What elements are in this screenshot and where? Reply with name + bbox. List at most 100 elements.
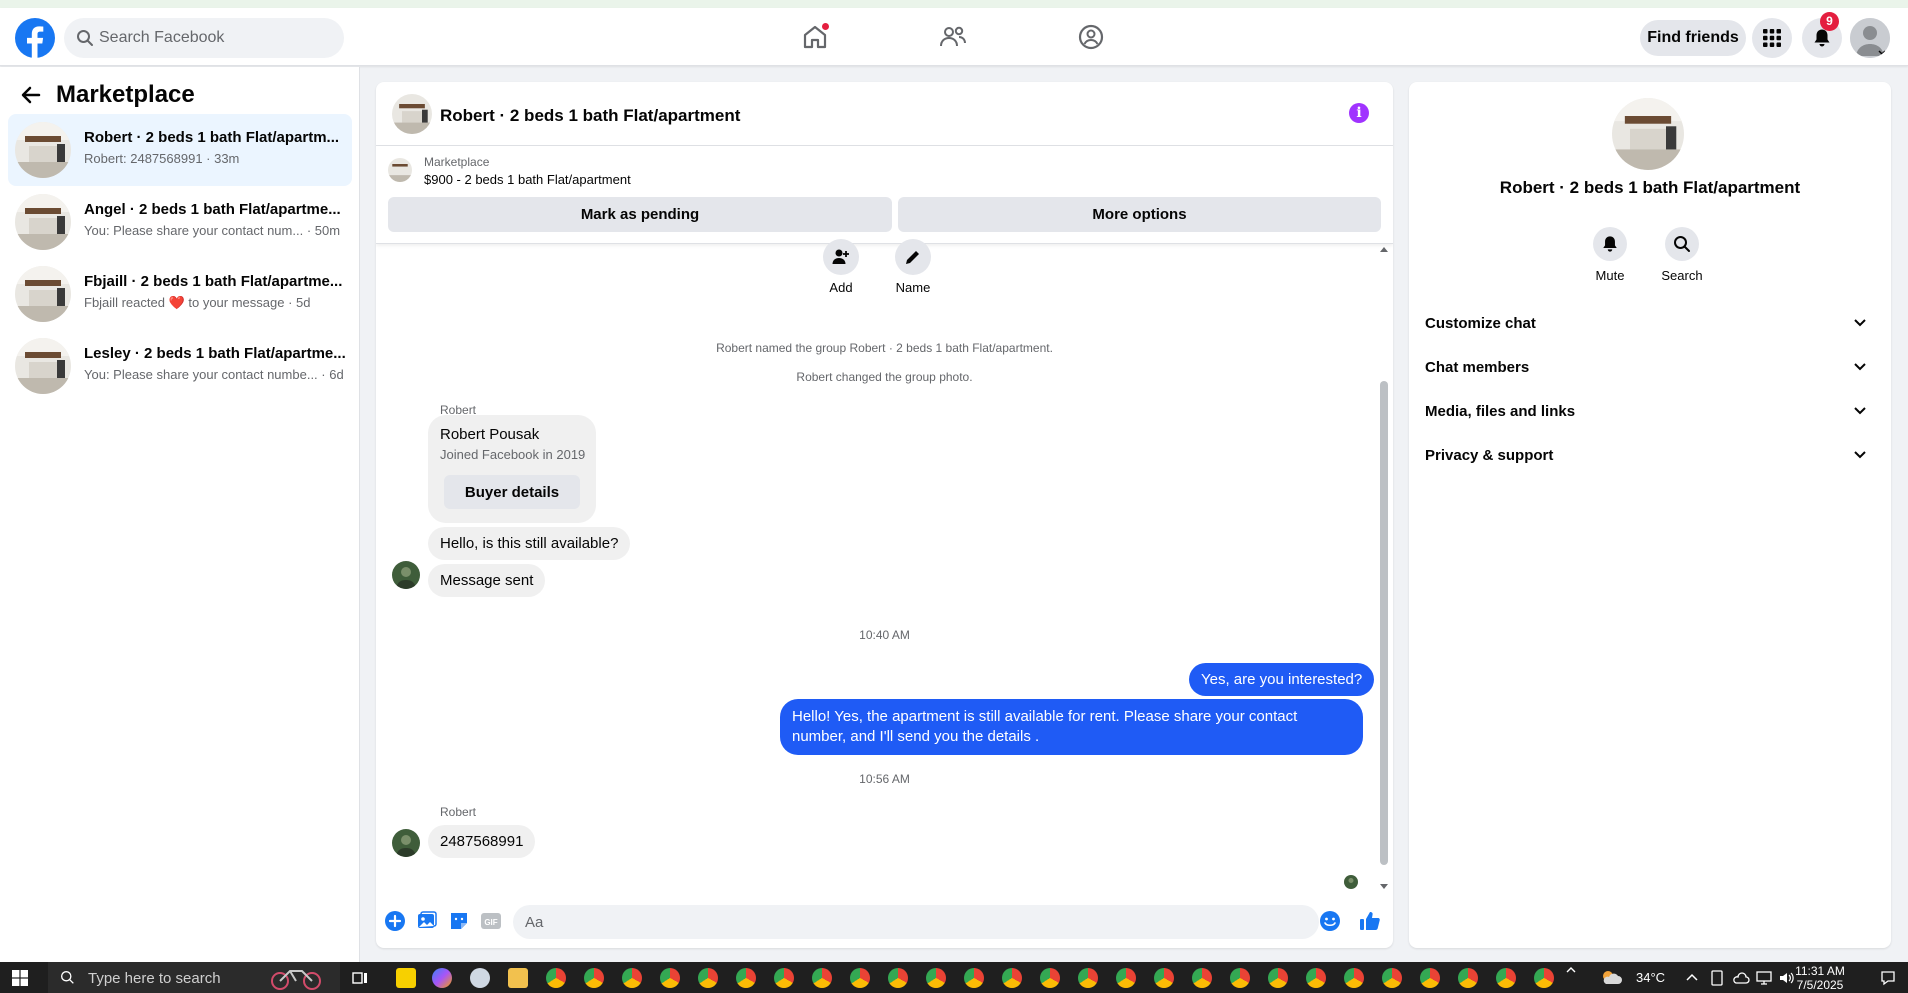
sticky-notes-app-icon[interactable] bbox=[396, 968, 416, 988]
chat-details-panel: Robert · 2 beds 1 bath Flat/apartment Mu… bbox=[1409, 82, 1891, 948]
chrome-app-icon[interactable] bbox=[1496, 968, 1516, 988]
chrome-app-icon[interactable] bbox=[1534, 968, 1554, 988]
chrome-app-icon[interactable] bbox=[546, 968, 566, 988]
reaction-suffix: to your message · 5d bbox=[188, 295, 311, 310]
message-input[interactable] bbox=[513, 905, 1319, 939]
gif-icon[interactable]: GIF bbox=[480, 910, 502, 932]
sender-avatar[interactable] bbox=[392, 561, 420, 589]
chrome-app-icon[interactable] bbox=[1268, 968, 1288, 988]
scroll-up-arrow-icon[interactable] bbox=[1380, 247, 1388, 252]
cloud-icon[interactable] bbox=[1732, 971, 1750, 985]
system-message: Robert named the group Robert · 2 beds 1… bbox=[716, 341, 1053, 355]
listing-price-title[interactable]: $900 - 2 beds 1 bath Flat/apartment bbox=[424, 172, 631, 187]
clock-time: 11:31 AM bbox=[1795, 964, 1845, 978]
chrome-app-icon[interactable] bbox=[774, 968, 794, 988]
search-chat-button[interactable] bbox=[1665, 227, 1699, 261]
message-thread[interactable]: Add Name Robert named the group Robert ·… bbox=[376, 239, 1393, 897]
device-icon[interactable] bbox=[1710, 970, 1724, 986]
facebook-logo-icon[interactable] bbox=[15, 18, 55, 58]
find-friends-button[interactable]: Find friends bbox=[1640, 20, 1746, 56]
chrome-app-icon[interactable] bbox=[1420, 968, 1440, 988]
groups-icon[interactable] bbox=[1076, 22, 1106, 52]
chrome-app-icon[interactable] bbox=[1040, 968, 1060, 988]
photo-icon[interactable] bbox=[416, 910, 438, 932]
buyer-details-button[interactable]: Buyer details bbox=[444, 475, 580, 509]
home-icon[interactable] bbox=[800, 22, 830, 52]
customize-chat-section[interactable]: Customize chat bbox=[1425, 306, 1875, 342]
action-center-icon[interactable] bbox=[1880, 970, 1896, 986]
add-member-button[interactable] bbox=[823, 239, 859, 275]
search-bar[interactable] bbox=[64, 18, 344, 58]
chrome-app-icon[interactable] bbox=[1458, 968, 1478, 988]
incoming-message[interactable]: 2487568991 bbox=[428, 825, 536, 858]
conversation-item[interactable]: Lesley · 2 beds 1 bath Flat/apartme... Y… bbox=[8, 330, 352, 402]
listing-thumbnail bbox=[15, 266, 71, 322]
friends-icon[interactable] bbox=[938, 22, 968, 52]
chrome-app-icon[interactable] bbox=[736, 968, 756, 988]
file-explorer-icon[interactable] bbox=[508, 968, 528, 988]
copilot-app-icon[interactable] bbox=[432, 968, 452, 988]
scrollbar[interactable] bbox=[1377, 245, 1391, 897]
paint-app-icon[interactable] bbox=[470, 968, 490, 988]
chat-avatar[interactable] bbox=[392, 94, 432, 134]
chrome-app-icon[interactable] bbox=[888, 968, 908, 988]
outgoing-message[interactable]: Yes, are you interested? bbox=[1189, 663, 1375, 696]
chrome-app-icon[interactable] bbox=[1192, 968, 1212, 988]
group-title: Robert · 2 beds 1 bath Flat/apartment bbox=[1499, 178, 1801, 197]
incoming-message[interactable]: Message sent bbox=[428, 564, 546, 597]
outgoing-message[interactable]: Hello! Yes, the apartment is still avail… bbox=[780, 699, 1363, 755]
weather-temperature[interactable]: 34°C bbox=[1636, 970, 1665, 985]
chrome-app-icon[interactable] bbox=[698, 968, 718, 988]
edit-name-button[interactable] bbox=[895, 239, 931, 275]
chrome-app-icon[interactable] bbox=[660, 968, 680, 988]
taskbar-search[interactable]: Type here to search bbox=[48, 962, 340, 993]
chrome-app-icon[interactable] bbox=[1002, 968, 1022, 988]
incoming-message[interactable]: Hello, is this still available? bbox=[428, 527, 631, 560]
taskbar-clock[interactable]: 11:31 AM 7/5/2025 bbox=[1790, 964, 1850, 992]
chrome-app-icon[interactable] bbox=[1344, 968, 1364, 988]
sticker-icon[interactable] bbox=[448, 910, 470, 932]
conversation-preview: You: Please share your contact num... · … bbox=[84, 223, 341, 238]
search-input[interactable] bbox=[99, 18, 329, 58]
emoji-icon[interactable] bbox=[1319, 910, 1341, 932]
chrome-app-icon[interactable] bbox=[1382, 968, 1402, 988]
heart-reaction-icon: ❤️ bbox=[168, 295, 185, 310]
chrome-app-icon[interactable] bbox=[584, 968, 604, 988]
media-files-links-section[interactable]: Media, files and links bbox=[1425, 394, 1875, 430]
chevron-up-icon[interactable] bbox=[1686, 972, 1698, 982]
chrome-app-icon[interactable] bbox=[1078, 968, 1098, 988]
show-hidden-icons-icon[interactable] bbox=[1566, 966, 1576, 974]
group-avatar[interactable] bbox=[1612, 98, 1684, 170]
chrome-app-icon[interactable] bbox=[1306, 968, 1326, 988]
thumbs-up-icon[interactable] bbox=[1359, 910, 1381, 932]
profile-avatar[interactable] bbox=[1850, 18, 1890, 58]
back-arrow-icon[interactable] bbox=[20, 84, 42, 106]
menu-grid-icon[interactable] bbox=[1752, 18, 1792, 58]
conversation-item[interactable]: Fbjaill · 2 beds 1 bath Flat/apartme... … bbox=[8, 258, 352, 330]
chrome-app-icon[interactable] bbox=[1116, 968, 1136, 988]
privacy-support-section[interactable]: Privacy & support bbox=[1425, 438, 1875, 474]
network-icon[interactable] bbox=[1756, 970, 1772, 986]
mark-as-pending-button[interactable]: Mark as pending bbox=[388, 197, 892, 232]
info-icon[interactable]: i bbox=[1349, 103, 1369, 123]
plus-circle-icon[interactable] bbox=[384, 910, 406, 932]
chrome-app-icon[interactable] bbox=[812, 968, 832, 988]
conversation-item[interactable]: Angel · 2 beds 1 bath Flat/apartme... Yo… bbox=[8, 186, 352, 258]
scroll-down-arrow-icon[interactable] bbox=[1380, 884, 1388, 889]
chat-members-section[interactable]: Chat members bbox=[1425, 350, 1875, 386]
weather-icon[interactable] bbox=[1600, 968, 1622, 988]
chat-title[interactable]: Robert · 2 beds 1 bath Flat/apartment bbox=[440, 106, 740, 126]
chrome-app-icon[interactable] bbox=[622, 968, 642, 988]
chrome-app-icon[interactable] bbox=[964, 968, 984, 988]
conversation-item[interactable]: Robert · 2 beds 1 bath Flat/apartm... Ro… bbox=[8, 114, 352, 186]
sender-avatar[interactable] bbox=[392, 829, 420, 857]
more-options-button[interactable]: More options bbox=[898, 197, 1381, 232]
windows-start-icon[interactable] bbox=[12, 970, 28, 986]
scrollbar-thumb[interactable] bbox=[1380, 381, 1388, 865]
mute-button[interactable] bbox=[1593, 227, 1627, 261]
chrome-app-icon[interactable] bbox=[850, 968, 870, 988]
chrome-app-icon[interactable] bbox=[1154, 968, 1174, 988]
task-view-icon[interactable] bbox=[352, 970, 368, 986]
chrome-app-icon[interactable] bbox=[1230, 968, 1250, 988]
chrome-app-icon[interactable] bbox=[926, 968, 946, 988]
